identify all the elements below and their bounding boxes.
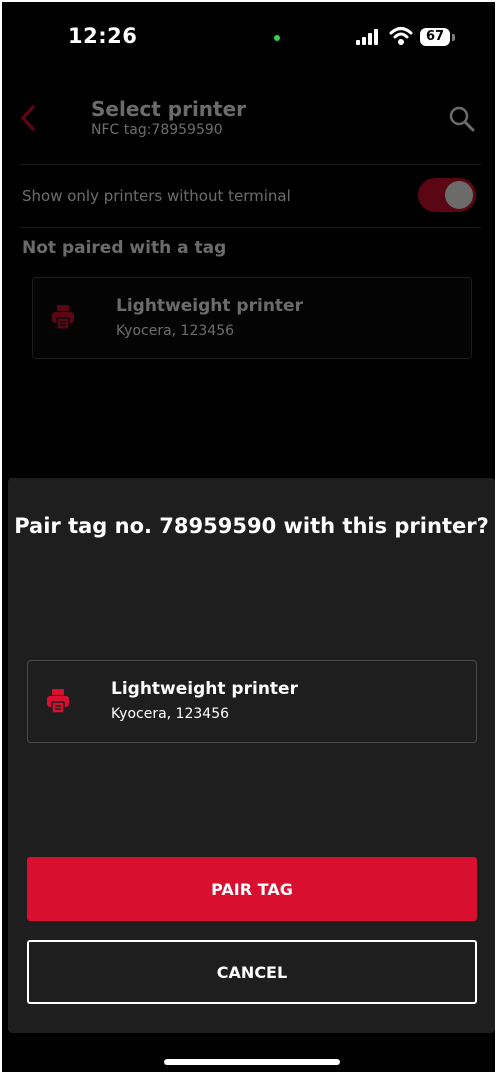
app-header: Select printer NFC tag:78959590 <box>2 86 495 164</box>
section-title: Not paired with a tag <box>22 238 227 258</box>
privacy-indicator <box>274 35 280 41</box>
pair-tag-button[interactable]: PAIR TAG <box>27 857 477 921</box>
cellular-signal-icon <box>356 29 378 45</box>
page-title: Select printer <box>91 97 247 121</box>
chevron-left-icon[interactable] <box>18 104 38 132</box>
screen: 12:26 67 Select printer NFC tag:78959590 <box>0 0 497 1074</box>
pair-dialog: Pair tag no. 78959590 with this printer?… <box>8 478 495 1033</box>
dialog-title: Pair tag no. 78959590 with this printer? <box>14 514 489 538</box>
printer-name: Lightweight printer <box>116 296 303 316</box>
filter-toggle[interactable] <box>418 178 476 212</box>
dialog-printer-card: Lightweight printer Kyocera, 123456 <box>27 660 477 743</box>
filter-label: Show only printers without terminal <box>22 187 291 205</box>
list-item-printer[interactable]: Lightweight printer Kyocera, 123456 <box>32 277 472 359</box>
status-time: 12:26 <box>68 24 138 48</box>
filter-row: Show only printers without terminal <box>2 165 495 227</box>
printer-detail: Kyocera, 123456 <box>111 706 230 722</box>
status-bar: 12:26 67 <box>2 2 495 74</box>
printer-name: Lightweight printer <box>111 679 298 699</box>
printer-detail: Kyocera, 123456 <box>116 323 235 339</box>
search-icon[interactable] <box>448 105 476 133</box>
divider <box>20 227 481 228</box>
toggle-knob <box>445 181 473 209</box>
home-indicator[interactable] <box>164 1059 340 1065</box>
printer-icon <box>47 689 69 714</box>
page-subtitle: NFC tag:78959590 <box>91 122 223 138</box>
battery-icon: 67 <box>420 28 450 46</box>
battery-cap <box>452 34 455 41</box>
wifi-icon <box>389 27 413 45</box>
printer-icon <box>52 305 74 330</box>
cancel-button[interactable]: CANCEL <box>27 940 477 1004</box>
